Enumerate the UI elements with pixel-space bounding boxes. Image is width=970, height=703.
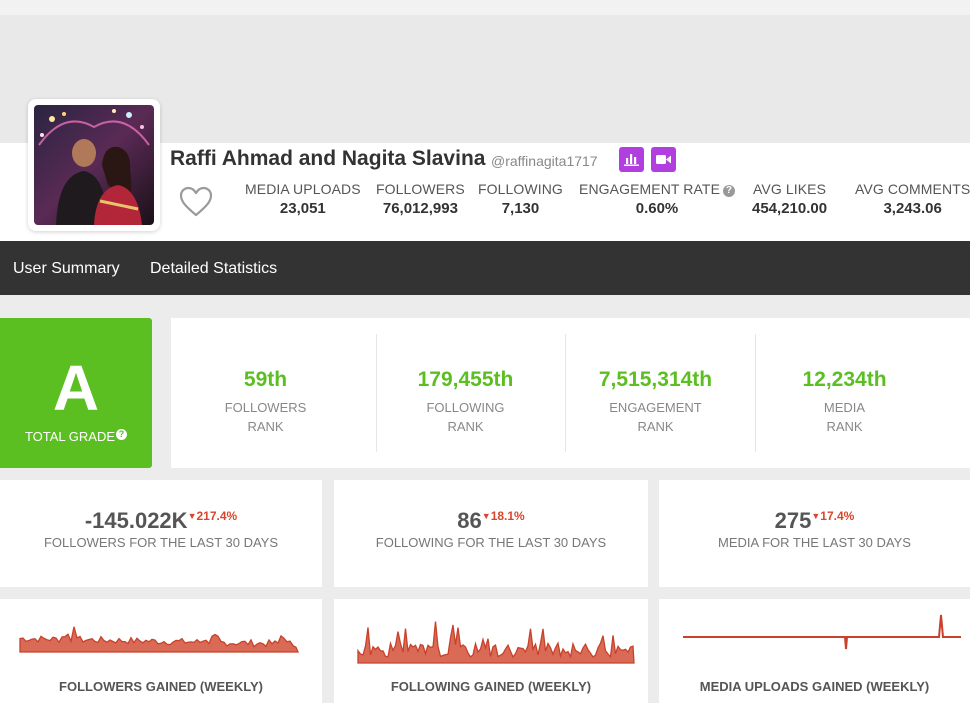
stat-followers: FOLLOWERS 76,012,993 — [376, 181, 465, 217]
avatar-photo — [34, 105, 154, 225]
sparkline-area — [19, 626, 299, 653]
card-label: FOLLOWING FOR THE LAST 30 DAYS — [375, 535, 607, 550]
stat-value: 23,051 — [279, 200, 326, 217]
media-uploads-gained-chart-card: MEDIA UPLOADS GAINED (WEEKLY) — [659, 599, 970, 703]
chart-title: FOLLOWING GAINED (WEEKLY) — [390, 679, 592, 694]
nav-bar: User Summary Detailed Statistics — [0, 241, 970, 295]
video-button[interactable] — [651, 147, 676, 172]
rank-media: 12,234th MEDIA RANK — [750, 318, 939, 468]
followers-30-days-card: -145.022K▼217.4% FOLLOWERS FOR THE LAST … — [0, 480, 322, 587]
rank-value: 7,515,314th — [598, 368, 713, 391]
rank-followers: 59th FOLLOWERS RANK — [171, 318, 360, 468]
change-value: 17.4% — [820, 509, 855, 523]
rank-engagement: 7,515,314th ENGAGEMENT RANK — [561, 318, 750, 468]
stat-value: 0.60% — [635, 200, 679, 217]
rank-label: RANK — [447, 419, 484, 434]
tab-detailed-statistics[interactable]: Detailed Statistics — [150, 260, 277, 278]
bar-chart-icon — [624, 154, 639, 166]
rank-value: 12,234th — [802, 368, 887, 391]
avatar[interactable] — [28, 99, 160, 231]
followers-gained-chart-card: FOLLOWERS GAINED (WEEKLY) — [0, 599, 322, 703]
stat-label: MEDIA UPLOADS — [245, 181, 361, 197]
rank-panel: 59th FOLLOWERS RANK 179,455th FOLLOWING … — [171, 318, 970, 468]
stat-value: 454,210.00 — [752, 200, 828, 217]
rank-label: FOLLOWING — [426, 400, 505, 415]
change-badge: ▼217.4% — [188, 509, 238, 523]
change-value: 18.1% — [490, 509, 525, 523]
followers-sparkline[interactable] — [0, 599, 322, 674]
down-triangle-icon: ▼ — [811, 511, 821, 521]
tab-user-summary[interactable]: User Summary — [13, 260, 120, 278]
video-camera-icon — [656, 155, 671, 164]
sparkline-line — [683, 614, 961, 650]
stat-avg-comments: AVG COMMENTS 3,243.06 — [855, 181, 970, 217]
change-badge: ▼17.4% — [811, 509, 854, 523]
rank-label: RANK — [247, 419, 284, 434]
card-label: MEDIA FOR THE LAST 30 DAYS — [718, 535, 911, 550]
grade-letter: A — [52, 352, 100, 424]
card-label: FOLLOWERS FOR THE LAST 30 DAYS — [43, 535, 279, 550]
stat-label: AVG COMMENTS — [855, 181, 970, 197]
following-gained-chart-card: FOLLOWING GAINED (WEEKLY) — [334, 599, 648, 703]
rank-following: 179,455th FOLLOWING RANK — [371, 318, 560, 468]
rank-label: MEDIA — [823, 400, 866, 415]
change-badge: ▼18.1% — [482, 509, 525, 523]
rank-label: FOLLOWERS — [224, 400, 307, 415]
down-triangle-icon: ▼ — [481, 511, 491, 521]
card-value: -145.022K — [84, 508, 188, 533]
stat-value: 7,130 — [501, 200, 540, 217]
stat-avg-likes: AVG LIKES 454,210.00 — [752, 181, 827, 217]
stat-label: AVG LIKES — [753, 181, 827, 197]
rank-label: RANK — [826, 419, 863, 434]
stat-engagement-rate: ENGAGEMENT RATE? 0.60% — [579, 181, 736, 217]
help-icon[interactable]: ? — [723, 185, 736, 197]
following-sparkline[interactable] — [334, 599, 648, 674]
media-uploads-sparkline[interactable] — [659, 599, 970, 674]
stat-media-uploads: MEDIA UPLOADS 23,051 — [245, 181, 361, 217]
profile-name: Raffi Ahmad and Nagita Slavina — [170, 147, 486, 170]
rank-value: 59th — [243, 368, 288, 391]
stat-following: FOLLOWING 7,130 — [478, 181, 563, 217]
change-value: 217.4% — [196, 509, 238, 523]
sparkline-area — [357, 621, 635, 664]
banner-top-strip — [0, 0, 970, 15]
media-30-days-card: 275▼17.4% MEDIA FOR THE LAST 30 DAYS — [659, 480, 970, 587]
rank-value: 179,455th — [417, 368, 514, 391]
total-grade-box: A TOTAL GRADE? — [0, 318, 152, 468]
favorite-heart-icon[interactable] — [179, 186, 213, 217]
card-value: 275 — [774, 508, 812, 533]
chart-title: FOLLOWERS GAINED (WEEKLY) — [59, 679, 263, 694]
stat-label: FOLLOWERS — [376, 181, 465, 197]
profile-handle[interactable]: @raffinagita1717 — [491, 153, 598, 169]
card-value: 86 — [457, 508, 482, 533]
help-icon[interactable]: ? — [116, 429, 128, 440]
stat-value: 76,012,993 — [382, 200, 458, 217]
following-30-days-card: 86▼18.1% FOLLOWING FOR THE LAST 30 DAYS — [334, 480, 648, 587]
rank-label: RANK — [637, 419, 674, 434]
stat-label: FOLLOWING — [478, 181, 563, 197]
rank-label: ENGAGEMENT — [609, 400, 702, 415]
grade-label: TOTAL GRADE — [24, 429, 116, 444]
statistics-button[interactable] — [619, 147, 644, 172]
stat-label: ENGAGEMENT RATE — [579, 181, 721, 197]
stat-value: 3,243.06 — [883, 200, 942, 217]
chart-title: MEDIA UPLOADS GAINED (WEEKLY) — [699, 679, 930, 694]
